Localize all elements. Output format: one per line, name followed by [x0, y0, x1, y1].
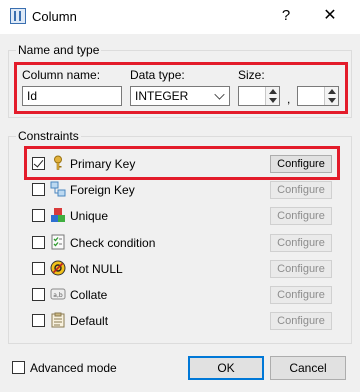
advanced-mode-checkbox[interactable] — [12, 361, 25, 374]
not-null-label: Not NULL — [70, 262, 123, 276]
primary-key-highlight — [24, 146, 340, 180]
foreign-key-configure-button[interactable]: Configure — [270, 181, 332, 199]
column-icon — [10, 8, 26, 24]
check-condition-configure-button[interactable]: Configure — [270, 234, 332, 252]
foreign-key-checkbox[interactable] — [32, 183, 45, 196]
window-title: Column — [32, 9, 77, 24]
constraints-title: Constraints — [16, 129, 81, 143]
collate-icon: a,b — [50, 288, 66, 300]
collate-configure-button[interactable]: Configure — [270, 286, 332, 304]
title-bar: Column ? ✕ — [0, 0, 360, 34]
close-button[interactable]: ✕ — [316, 2, 344, 30]
default-checkbox[interactable] — [32, 314, 45, 327]
collate-checkbox[interactable] — [32, 288, 45, 301]
unique-configure-button[interactable]: Configure — [270, 207, 332, 225]
help-button[interactable]: ? — [272, 2, 300, 30]
not-null-configure-button[interactable]: Configure — [270, 260, 332, 278]
svg-text:a,b: a,b — [53, 292, 63, 299]
default-label: Default — [70, 314, 109, 328]
name-and-type-title: Name and type — [16, 43, 102, 57]
check-condition-icon — [51, 234, 65, 250]
check-condition-checkbox[interactable] — [32, 236, 45, 249]
unique-label: Unique — [70, 209, 109, 223]
name-type-highlight — [14, 62, 348, 114]
not-null-icon — [50, 260, 66, 276]
default-configure-button[interactable]: Configure — [270, 312, 332, 330]
foreign-key-label: Foreign Key — [70, 183, 135, 197]
unique-icon — [51, 208, 65, 222]
unique-checkbox[interactable] — [32, 209, 45, 222]
foreign-key-icon — [50, 181, 66, 197]
ok-button[interactable]: OK — [188, 356, 264, 380]
default-icon — [51, 312, 65, 328]
collate-label: Collate — [70, 288, 108, 302]
advanced-mode-label: Advanced mode — [30, 361, 117, 375]
not-null-checkbox[interactable] — [32, 262, 45, 275]
check-condition-label: Check condition — [70, 236, 156, 250]
cancel-button[interactable]: Cancel — [270, 356, 346, 380]
